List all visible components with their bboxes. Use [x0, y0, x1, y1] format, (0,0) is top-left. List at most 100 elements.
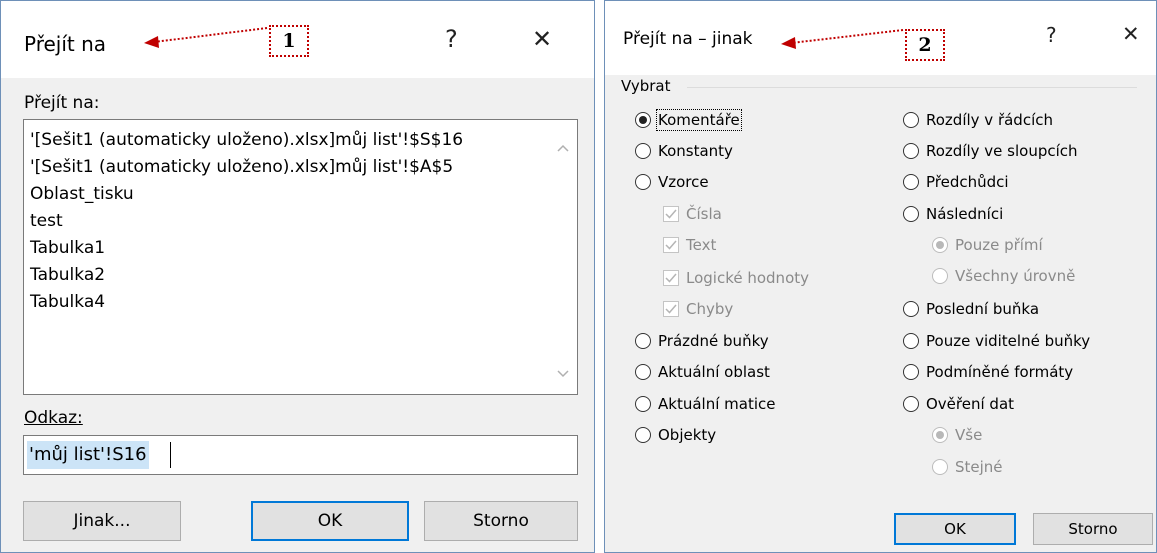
check-text-label: Text — [686, 236, 717, 254]
radio-icon — [635, 427, 651, 443]
radio-visible-cells[interactable]: Pouze viditelné buňky — [903, 332, 1090, 350]
radio-icon — [932, 459, 948, 475]
ok-button[interactable]: OK — [894, 513, 1016, 545]
radio-comments-label: Komentáře — [656, 109, 742, 131]
radio-precedents-label: Předchůdci — [926, 173, 1009, 191]
reference-input[interactable]: 'můj list'!S16 — [23, 435, 578, 475]
reference-value: 'můj list'!S16 — [27, 441, 149, 469]
radio-dependents[interactable]: Následníci — [903, 205, 1003, 223]
callout-badge: 1 — [269, 25, 309, 57]
radio-current-region-label: Aktuální oblast — [658, 363, 770, 381]
cancel-button[interactable]: Storno — [424, 501, 578, 541]
radio-column-differences[interactable]: Rozdíly ve sloupcích — [903, 142, 1078, 160]
ok-button[interactable]: OK — [251, 501, 409, 541]
group-label: Vybrat — [621, 77, 671, 95]
radio-icon — [932, 268, 948, 284]
radio-data-validation[interactable]: Ověření dat — [903, 395, 1014, 413]
radio-icon — [903, 333, 919, 349]
radio-same-label: Stejné — [955, 458, 1003, 476]
radio-blanks[interactable]: Prázdné buňky — [635, 332, 769, 350]
radio-constants[interactable]: Konstanty — [635, 142, 733, 160]
list-item[interactable]: Tabulka4 — [30, 292, 105, 312]
help-button[interactable]: ? — [1046, 23, 1057, 47]
radio-comments[interactable]: Komentáře — [635, 109, 742, 131]
radio-row-differences-label: Rozdíly v řádcích — [926, 111, 1053, 129]
checkbox-checked-icon — [663, 237, 679, 253]
radio-same[interactable]: Stejné — [932, 458, 1003, 476]
scroll-up-icon[interactable] — [557, 142, 569, 154]
radio-icon — [635, 174, 651, 190]
special-button[interactable]: Jinak... — [23, 501, 181, 541]
radio-all[interactable]: Vše — [932, 426, 982, 444]
list-item[interactable]: '[Sešit1 (automaticky uloženo).xlsx]můj … — [30, 130, 463, 150]
radio-icon — [903, 206, 919, 222]
radio-dependents-label: Následníci — [926, 205, 1004, 223]
list-scrollbar[interactable] — [547, 120, 577, 394]
list-item[interactable]: Oblast_tisku — [30, 184, 134, 204]
list-item[interactable]: test — [30, 211, 63, 231]
check-errors[interactable]: Chyby — [663, 300, 733, 318]
scroll-down-icon[interactable] — [557, 368, 569, 380]
radio-objects-label: Objekty — [658, 426, 717, 444]
radio-direct-only[interactable]: Pouze přímí — [932, 236, 1043, 254]
radio-all-label: Vše — [955, 426, 983, 444]
title-bar: Přejít na – jinak ? ✕ — [605, 1, 1156, 75]
radio-last-cell[interactable]: Poslední buňka — [903, 300, 1039, 318]
close-button[interactable]: ✕ — [1122, 22, 1140, 46]
callout-badge: 2 — [905, 29, 945, 61]
text-caret — [170, 442, 171, 468]
radio-direct-only-label: Pouze přímí — [955, 236, 1043, 254]
checkbox-checked-icon — [663, 206, 679, 222]
radio-row-differences[interactable]: Rozdíly v řádcích — [903, 111, 1053, 129]
dialog-title: Přejít na – jinak — [623, 29, 753, 49]
radio-icon — [903, 396, 919, 412]
group-divider — [687, 87, 1137, 88]
goto-listbox[interactable]: '[Sešit1 (automaticky uloženo).xlsx]můj … — [23, 119, 578, 395]
check-numbers[interactable]: Čísla — [663, 205, 722, 223]
checkbox-checked-icon — [663, 301, 679, 317]
goto-dialog: Přejít na ? ✕ 1 Přejít na: '[Sešit1 (aut… — [0, 0, 595, 553]
list-item[interactable]: '[Sešit1 (automaticky uloženo).xlsx]můj … — [30, 157, 453, 177]
radio-icon — [903, 174, 919, 190]
radio-formulas[interactable]: Vzorce — [635, 173, 709, 191]
radio-conditional-formats[interactable]: Podmíněné formáty — [903, 363, 1073, 381]
callout-arrow — [144, 27, 268, 48]
radio-current-region[interactable]: Aktuální oblast — [635, 363, 770, 381]
radio-icon — [635, 143, 651, 159]
radio-column-differences-label: Rozdíly ve sloupcích — [926, 142, 1078, 160]
radio-icon — [635, 333, 651, 349]
reference-label: Odkaz: — [24, 408, 83, 428]
radio-formulas-label: Vzorce — [658, 173, 709, 191]
close-button[interactable]: ✕ — [532, 25, 552, 53]
radio-current-array-label: Aktuální matice — [658, 395, 776, 413]
radio-icon — [903, 112, 919, 128]
check-errors-label: Chyby — [686, 300, 734, 318]
goto-special-dialog: Přejít na – jinak ? ✕ 2 Vybrat Komentáře… — [604, 0, 1157, 553]
radio-icon — [903, 143, 919, 159]
check-numbers-label: Čísla — [686, 205, 722, 223]
check-text[interactable]: Text — [663, 236, 716, 254]
check-logicals-label: Logické hodnoty — [686, 269, 810, 287]
radio-icon — [635, 396, 651, 412]
radio-precedents[interactable]: Předchůdci — [903, 173, 1009, 191]
radio-data-validation-label: Ověření dat — [926, 395, 1015, 413]
help-button[interactable]: ? — [445, 25, 458, 53]
radio-blanks-label: Prázdné buňky — [658, 332, 769, 350]
radio-selected-icon — [635, 112, 651, 128]
list-item[interactable]: Tabulka1 — [30, 238, 105, 258]
list-item[interactable]: Tabulka2 — [30, 265, 105, 285]
radio-current-array[interactable]: Aktuální matice — [635, 395, 775, 413]
radio-visible-cells-label: Pouze viditelné buňky — [926, 332, 1091, 350]
checkbox-checked-icon — [663, 270, 679, 286]
radio-all-levels[interactable]: Všechny úrovně — [932, 267, 1075, 285]
reference-label-text: Odkaz: — [24, 408, 83, 428]
radio-icon — [635, 364, 651, 380]
cancel-button[interactable]: Storno — [1033, 513, 1153, 545]
radio-constants-label: Konstanty — [658, 142, 733, 160]
radio-conditional-formats-label: Podmíněné formáty — [926, 363, 1074, 381]
radio-selected-icon — [932, 237, 948, 253]
radio-icon — [903, 301, 919, 317]
radio-all-levels-label: Všechny úrovně — [955, 267, 1076, 285]
radio-objects[interactable]: Objekty — [635, 426, 716, 444]
check-logicals[interactable]: Logické hodnoty — [663, 269, 809, 287]
